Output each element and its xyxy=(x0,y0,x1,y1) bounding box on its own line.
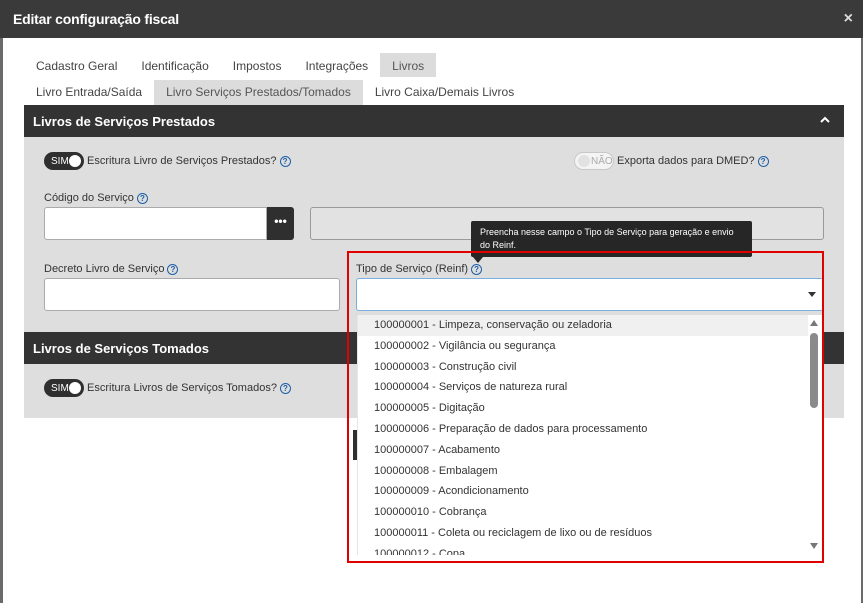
tipo-servico-label: Tipo de Serviço (Reinf)? xyxy=(356,263,483,275)
dmed-toggle[interactable]: NÃO xyxy=(574,152,614,170)
escritura-tomados-toggle[interactable]: SIM xyxy=(44,379,84,397)
prestados-section-header[interactable]: Livros de Serviços Prestados xyxy=(24,105,844,137)
tab-livro-caixa[interactable]: Livro Caixa/Demais Livros xyxy=(363,80,526,105)
dropdown-option[interactable]: 100000010 - Cobrança xyxy=(358,502,808,523)
tipo-servico-text: Tipo de Serviço (Reinf) xyxy=(356,263,469,275)
help-icon[interactable]: ? xyxy=(136,192,148,204)
help-icon[interactable]: ? xyxy=(471,263,483,275)
secondary-tabs: Livro Entrada/Saída Livro Serviços Prest… xyxy=(24,80,526,105)
tab-livros[interactable]: Livros xyxy=(380,53,437,77)
dropdown-option[interactable]: 100000007 - Acabamento xyxy=(358,440,808,461)
toggle-state-label: SIM xyxy=(51,382,69,394)
help-icon[interactable]: ? xyxy=(279,155,291,167)
decreto-input[interactable] xyxy=(44,278,340,311)
codigo-servico-text: Código do Serviço xyxy=(44,192,134,204)
tooltip-arrow xyxy=(473,257,483,263)
decreto-text: Decreto Livro de Serviço xyxy=(44,263,165,275)
help-icon[interactable]: ? xyxy=(279,382,291,394)
dmed-text: Exporta dados para DMED? xyxy=(617,155,755,167)
prestados-section-title: Livros de Serviços Prestados xyxy=(33,114,216,129)
modal-header: Editar configuração fiscal × xyxy=(0,0,863,38)
toggle-state-label: NÃO xyxy=(591,155,613,167)
dropdown-option[interactable]: 100000002 - Vigilância ou segurança xyxy=(358,336,808,357)
tab-integracoes[interactable]: Integrações xyxy=(293,53,380,77)
tab-cadastro-geral[interactable]: Cadastro Geral xyxy=(24,53,129,77)
scroll-down-arrow-icon[interactable] xyxy=(810,543,818,549)
tipo-servico-dropdown: 100000001 - Limpeza, conservação ou zela… xyxy=(357,315,822,555)
dropdown-scrollbar-thumb[interactable] xyxy=(810,333,818,408)
tab-livro-entrada-saida[interactable]: Livro Entrada/Saída xyxy=(24,80,154,105)
escritura-prestados-text: Escritura Livro de Serviços Prestados? xyxy=(87,155,277,167)
dropdown-option[interactable]: 100000011 - Coleta ou reciclagem de lixo… xyxy=(358,523,808,544)
dropdown-option[interactable]: 100000003 - Construção civil xyxy=(358,357,808,378)
primary-tabs: Cadastro Geral Identificação Impostos In… xyxy=(24,53,437,77)
help-icon[interactable]: ? xyxy=(167,263,179,275)
decreto-label: Decreto Livro de Serviço? xyxy=(44,263,179,275)
codigo-servico-lookup-button[interactable]: ••• xyxy=(267,207,294,240)
dropdown-option[interactable]: 100000005 - Digitação xyxy=(358,398,808,419)
scroll-up-arrow-icon[interactable] xyxy=(810,320,818,326)
codigo-servico-input[interactable] xyxy=(44,207,267,240)
tomados-section-title: Livros de Serviços Tomados xyxy=(33,341,210,356)
toggle-state-label: SIM xyxy=(51,155,69,167)
dmed-label: Exporta dados para DMED?? xyxy=(617,155,769,167)
tab-livro-servicos[interactable]: Livro Serviços Prestados/Tomados xyxy=(154,80,363,105)
dropdown-option[interactable]: 100000008 - Embalagem xyxy=(358,461,808,482)
dropdown-option[interactable]: 100000006 - Preparação de dados para pro… xyxy=(358,419,808,440)
toggle-knob xyxy=(69,155,81,167)
dropdown-option[interactable]: 100000004 - Serviços de natureza rural xyxy=(358,377,808,398)
escritura-prestados-toggle[interactable]: SIM xyxy=(44,152,84,170)
toggle-knob xyxy=(578,155,590,167)
dropdown-option[interactable]: 100000001 - Limpeza, conservação ou zela… xyxy=(358,315,808,336)
close-icon[interactable]: × xyxy=(844,10,853,28)
chevron-down-icon[interactable] xyxy=(808,292,816,297)
dropdown-option[interactable]: 100000009 - Acondicionamento xyxy=(358,481,808,502)
codigo-servico-label: Código do Serviço? xyxy=(44,192,148,204)
tipo-servico-tooltip: Preencha nesse campo o Tipo de Serviço p… xyxy=(471,221,752,257)
edit-fiscal-config-modal: Editar configuração fiscal × Cadastro Ge… xyxy=(0,0,863,603)
help-icon[interactable]: ? xyxy=(757,155,769,167)
tab-impostos[interactable]: Impostos xyxy=(221,53,294,77)
chevron-up-icon[interactable] xyxy=(820,115,830,125)
escritura-tomados-label: Escritura Livros de Serviços Tomados?? xyxy=(87,382,291,394)
modal-title: Editar configuração fiscal xyxy=(13,11,179,27)
escritura-tomados-text: Escritura Livros de Serviços Tomados? xyxy=(87,382,277,394)
tipo-servico-select[interactable] xyxy=(356,278,824,311)
modal-edge-left xyxy=(0,38,3,603)
dropdown-option[interactable]: 100000012 - Copa xyxy=(358,544,808,555)
toggle-knob xyxy=(69,382,81,394)
tab-identificacao[interactable]: Identificação xyxy=(129,53,220,77)
escritura-prestados-label: Escritura Livro de Serviços Prestados?? xyxy=(87,155,291,167)
